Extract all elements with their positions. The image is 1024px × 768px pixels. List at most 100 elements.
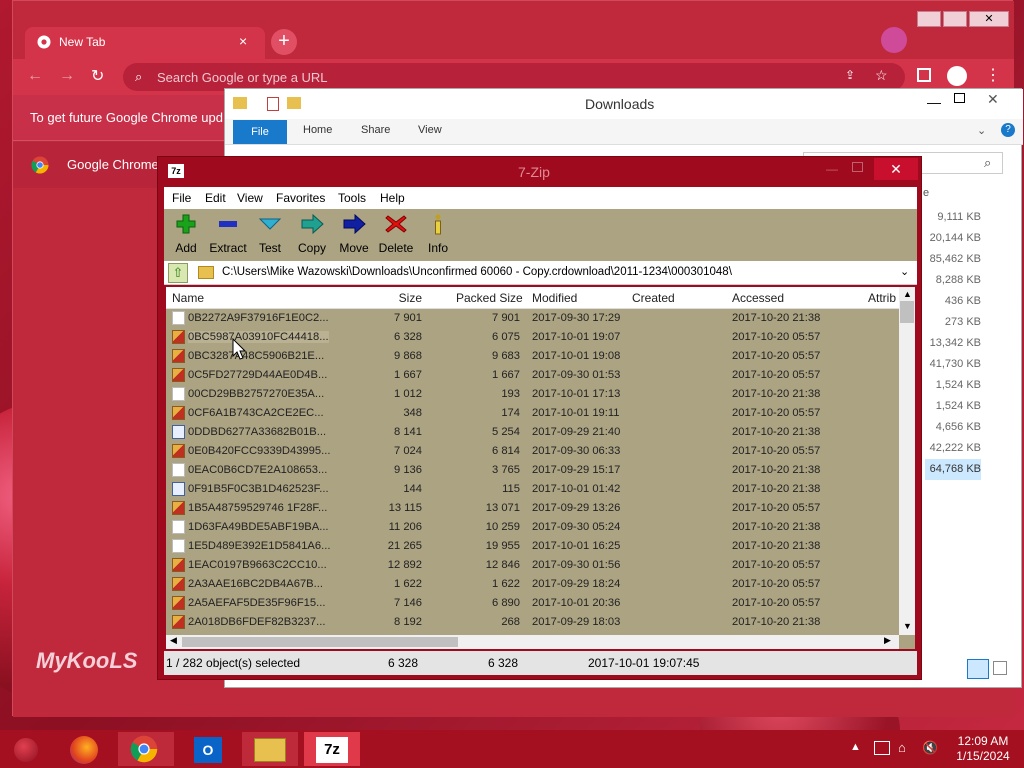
ribbon-expand-icon[interactable]: ⌄ xyxy=(977,124,986,137)
taskbar-file-explorer[interactable] xyxy=(242,732,298,766)
scroll-up-icon[interactable]: ▲ xyxy=(903,289,912,299)
explorer-maximize-button[interactable] xyxy=(954,93,965,103)
ribbon-tab-share[interactable]: Share xyxy=(361,124,390,136)
table-row[interactable]: 1EAC0197B9663C2CC10... 12 892 12 846 2017-0… xyxy=(166,556,899,575)
col-accessed[interactable]: Accessed xyxy=(732,291,784,305)
side-panel-icon[interactable] xyxy=(917,68,931,82)
share-icon[interactable]: ⇪ xyxy=(845,68,855,82)
omnibox[interactable]: ⌕ Search Google or type a URL ⇪ ☆ xyxy=(123,63,905,91)
horizontal-scrollbar[interactable]: ◀ ▶ xyxy=(166,635,899,649)
menu-favorites[interactable]: Favorites xyxy=(276,191,325,205)
tray-overflow-icon[interactable]: ▲ xyxy=(850,741,861,753)
move-button[interactable]: Move xyxy=(332,209,376,261)
table-row[interactable]: 0E0B420FCC9339D43995... 7 024 6 814 2017-09… xyxy=(166,442,899,461)
col-modified[interactable]: Modified xyxy=(532,291,577,305)
table-row[interactable]: 0B2272A9F37916F1E0C2... 7 901 7 901 2017-09… xyxy=(166,309,899,328)
network-icon[interactable]: ⌂ xyxy=(898,740,906,755)
col-packed-size[interactable]: Packed Size xyxy=(456,291,523,305)
table-row[interactable]: 0C5FD27729D44AE0D4B... 1 667 1 667 2017-09-… xyxy=(166,366,899,385)
large-icons-view-icon[interactable] xyxy=(993,661,1007,675)
table-row[interactable]: 1D63FA49BDE5ABF19BA... 11 206 10 259 2017-0… xyxy=(166,518,899,537)
tray-device-icon[interactable] xyxy=(874,741,890,755)
details-view-icon[interactable] xyxy=(967,659,989,679)
explorer-col-header[interactable]: e xyxy=(923,187,929,199)
explorer-size-item[interactable]: 1,524 KB xyxy=(925,375,981,396)
col-attrib[interactable]: Attrib xyxy=(868,291,896,305)
explorer-size-item[interactable]: 41,730 KB xyxy=(925,354,981,375)
table-row[interactable]: 0BC5987A03910FC44418... 6 328 6 075 2017-10… xyxy=(166,328,899,347)
menu-kebab-icon[interactable]: ⋮ xyxy=(985,65,1001,85)
taskbar-outlook[interactable]: O xyxy=(180,732,236,766)
tab-new-tab[interactable]: New Tab × xyxy=(25,27,265,59)
new-folder-icon[interactable] xyxy=(287,97,301,109)
chrome-close-button[interactable]: ✕ xyxy=(969,11,1009,27)
ribbon-tab-home[interactable]: Home xyxy=(303,124,332,136)
taskbar-firefox[interactable] xyxy=(58,732,114,766)
explorer-size-item[interactable]: 4,656 KB xyxy=(925,417,981,438)
explorer-size-item[interactable]: 64,768 KB xyxy=(925,459,981,480)
explorer-size-item[interactable]: 42,222 KB xyxy=(925,438,981,459)
vertical-scrollbar[interactable]: ▲ ▼ xyxy=(899,287,915,635)
explorer-size-item[interactable]: 9,111 KB xyxy=(925,207,981,228)
explorer-size-item[interactable]: 8,288 KB xyxy=(925,270,981,291)
menu-help[interactable]: Help xyxy=(380,191,405,205)
vertical-scroll-thumb[interactable] xyxy=(900,301,914,323)
system-clock[interactable]: 12:09 AM 1/15/2024 xyxy=(948,734,1018,764)
table-row[interactable]: 2A5AEFAF5DE35F96F15... 7 146 6 890 2017-10-… xyxy=(166,594,899,613)
explorer-close-button[interactable]: ✕ xyxy=(987,91,999,108)
profile-avatar-icon[interactable] xyxy=(947,66,967,86)
7zip-minimize-button[interactable]: — xyxy=(826,162,838,176)
7zip-close-button[interactable]: ✕ xyxy=(874,158,918,180)
explorer-size-item[interactable]: 1,524 KB xyxy=(925,396,981,417)
menu-view[interactable]: View xyxy=(237,191,263,205)
scroll-down-icon[interactable]: ▼ xyxy=(903,621,912,631)
taskbar-chrome[interactable] xyxy=(118,732,174,766)
col-size[interactable]: Size xyxy=(392,291,422,305)
table-row[interactable]: 0BC3287A48C5906B21E... 9 868 9 683 2017-10-… xyxy=(166,347,899,366)
explorer-size-item[interactable]: 436 KB xyxy=(925,291,981,312)
col-name[interactable]: Name xyxy=(172,291,204,305)
table-row[interactable]: 00CD29BB2757270E35A... 1 012 193 2017-10-01… xyxy=(166,385,899,404)
info-button[interactable]: Info xyxy=(416,209,460,261)
table-row[interactable]: 0EAC0B6CD7E2A108653... 9 136 3 765 2017-09-… xyxy=(166,461,899,480)
copy-button[interactable]: Copy xyxy=(290,209,334,261)
taskbar-7zip[interactable]: 7z xyxy=(304,732,360,766)
reload-icon[interactable]: ↻ xyxy=(91,66,104,86)
ribbon-tab-view[interactable]: View xyxy=(418,124,442,136)
help-icon[interactable]: ? xyxy=(1001,123,1015,137)
table-row[interactable]: 0F91B5F0C3B1D462523F... 144 115 2017-10-01 … xyxy=(166,480,899,499)
scroll-right-icon[interactable]: ▶ xyxy=(884,635,891,646)
menu-edit[interactable]: Edit xyxy=(205,191,226,205)
chrome-minimize-button[interactable] xyxy=(917,11,941,27)
volume-icon[interactable]: 🔇 xyxy=(922,740,938,756)
explorer-size-item[interactable]: 85,462 KB xyxy=(925,249,981,270)
menu-tools[interactable]: Tools xyxy=(338,191,366,205)
chrome-maximize-button[interactable] xyxy=(943,11,967,27)
explorer-size-item[interactable]: 13,342 KB xyxy=(925,333,981,354)
7zip-maximize-button[interactable] xyxy=(852,162,863,172)
tab-close-button[interactable]: × xyxy=(239,33,247,49)
explorer-minimize-button[interactable]: — xyxy=(927,94,941,110)
tab-search-icon[interactable] xyxy=(881,27,907,53)
forward-arrow-icon[interactable]: → xyxy=(59,67,75,85)
7zip-address-bar[interactable]: ⇧ C:\Users\Mike Wazowski\Downloads\Uncon… xyxy=(164,261,917,285)
table-row[interactable]: 2A3AAE16BC2DB4A67B... 1 622 1 622 2017-09-2… xyxy=(166,575,899,594)
test-button[interactable]: Test xyxy=(248,209,292,261)
menu-file[interactable]: File xyxy=(172,191,191,205)
horizontal-scroll-thumb[interactable] xyxy=(182,637,458,647)
up-folder-icon[interactable]: ⇧ xyxy=(168,263,188,283)
start-button[interactable] xyxy=(0,732,56,766)
ribbon-tab-file[interactable]: File xyxy=(233,120,287,144)
scroll-left-icon[interactable]: ◀ xyxy=(170,635,177,646)
explorer-size-item[interactable]: 273 KB xyxy=(925,312,981,333)
properties-icon[interactable] xyxy=(267,97,279,111)
address-dropdown-icon[interactable]: ⌄ xyxy=(900,265,909,278)
explorer-size-item[interactable]: 20,144 KB xyxy=(925,228,981,249)
back-arrow-icon[interactable]: ← xyxy=(27,67,43,85)
table-row[interactable]: 0CF6A1B743CA2CE2EC... 348 174 2017-10-01 19… xyxy=(166,404,899,423)
table-row[interactable]: 2A018DB6FDEF82B3237... 8 192 268 2017-09-29… xyxy=(166,613,899,632)
bookmark-star-icon[interactable]: ☆ xyxy=(875,67,888,84)
new-tab-button[interactable]: + xyxy=(271,29,297,55)
col-created[interactable]: Created xyxy=(632,291,675,305)
table-row[interactable]: 1E5D489E392E1D5841A6... 21 265 19 955 2017-… xyxy=(166,537,899,556)
